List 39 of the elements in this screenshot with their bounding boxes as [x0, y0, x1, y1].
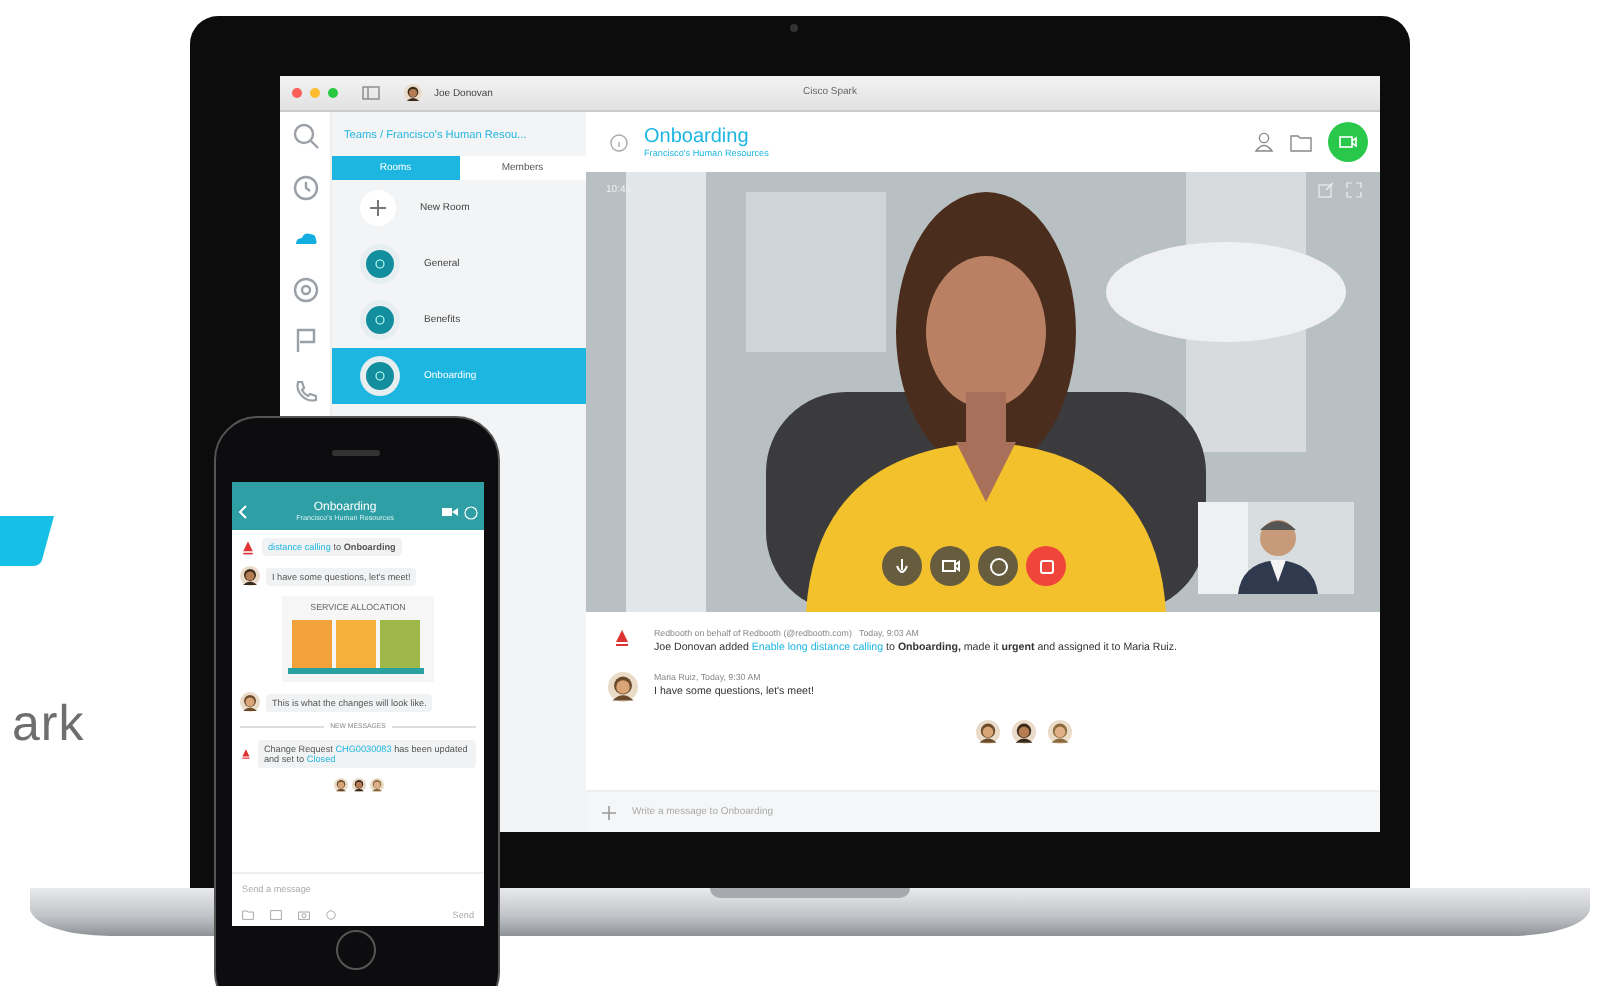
avatar-icon [333, 778, 347, 792]
info-icon[interactable] [610, 133, 628, 151]
plus-icon[interactable] [602, 805, 616, 819]
avatar-icon [1047, 720, 1071, 744]
sidebar-icon[interactable] [362, 86, 380, 100]
avatar-icon [404, 84, 422, 102]
video-icon[interactable] [442, 506, 458, 518]
avatar-icon [369, 778, 383, 792]
search-icon[interactable] [289, 120, 321, 152]
video-call-button[interactable] [1328, 122, 1368, 162]
plus-icon [360, 190, 396, 226]
back-icon[interactable] [238, 504, 248, 520]
room-icon [360, 356, 400, 396]
folder-icon[interactable] [242, 909, 254, 919]
brand-name: ark [12, 696, 85, 754]
avatar-icon [1011, 720, 1035, 744]
avatar-icon [975, 720, 999, 744]
camera-icon[interactable] [298, 909, 310, 919]
avatar-icon [607, 672, 637, 702]
avatar-icon [240, 566, 260, 586]
minimize-button[interactable] [310, 88, 320, 98]
avatar-icon [351, 778, 365, 792]
video-icon [1338, 134, 1358, 150]
bot-icon [240, 746, 252, 762]
room-icon [360, 244, 400, 284]
image-icon[interactable] [270, 909, 282, 919]
folder-icon[interactable] [1290, 133, 1312, 151]
home-button[interactable] [336, 930, 376, 970]
bot-icon [240, 539, 256, 555]
bot-icon [612, 628, 632, 648]
close-button[interactable] [292, 88, 302, 98]
clock-icon[interactable] [289, 171, 321, 203]
room-title: Onboarding [644, 126, 751, 148]
room-icon [360, 300, 400, 340]
avatar-icon [240, 692, 260, 712]
circle-icon[interactable] [289, 273, 321, 305]
allocation-drawing [288, 616, 428, 676]
zoom-button[interactable] [328, 88, 338, 98]
person-icon[interactable] [1254, 132, 1274, 152]
